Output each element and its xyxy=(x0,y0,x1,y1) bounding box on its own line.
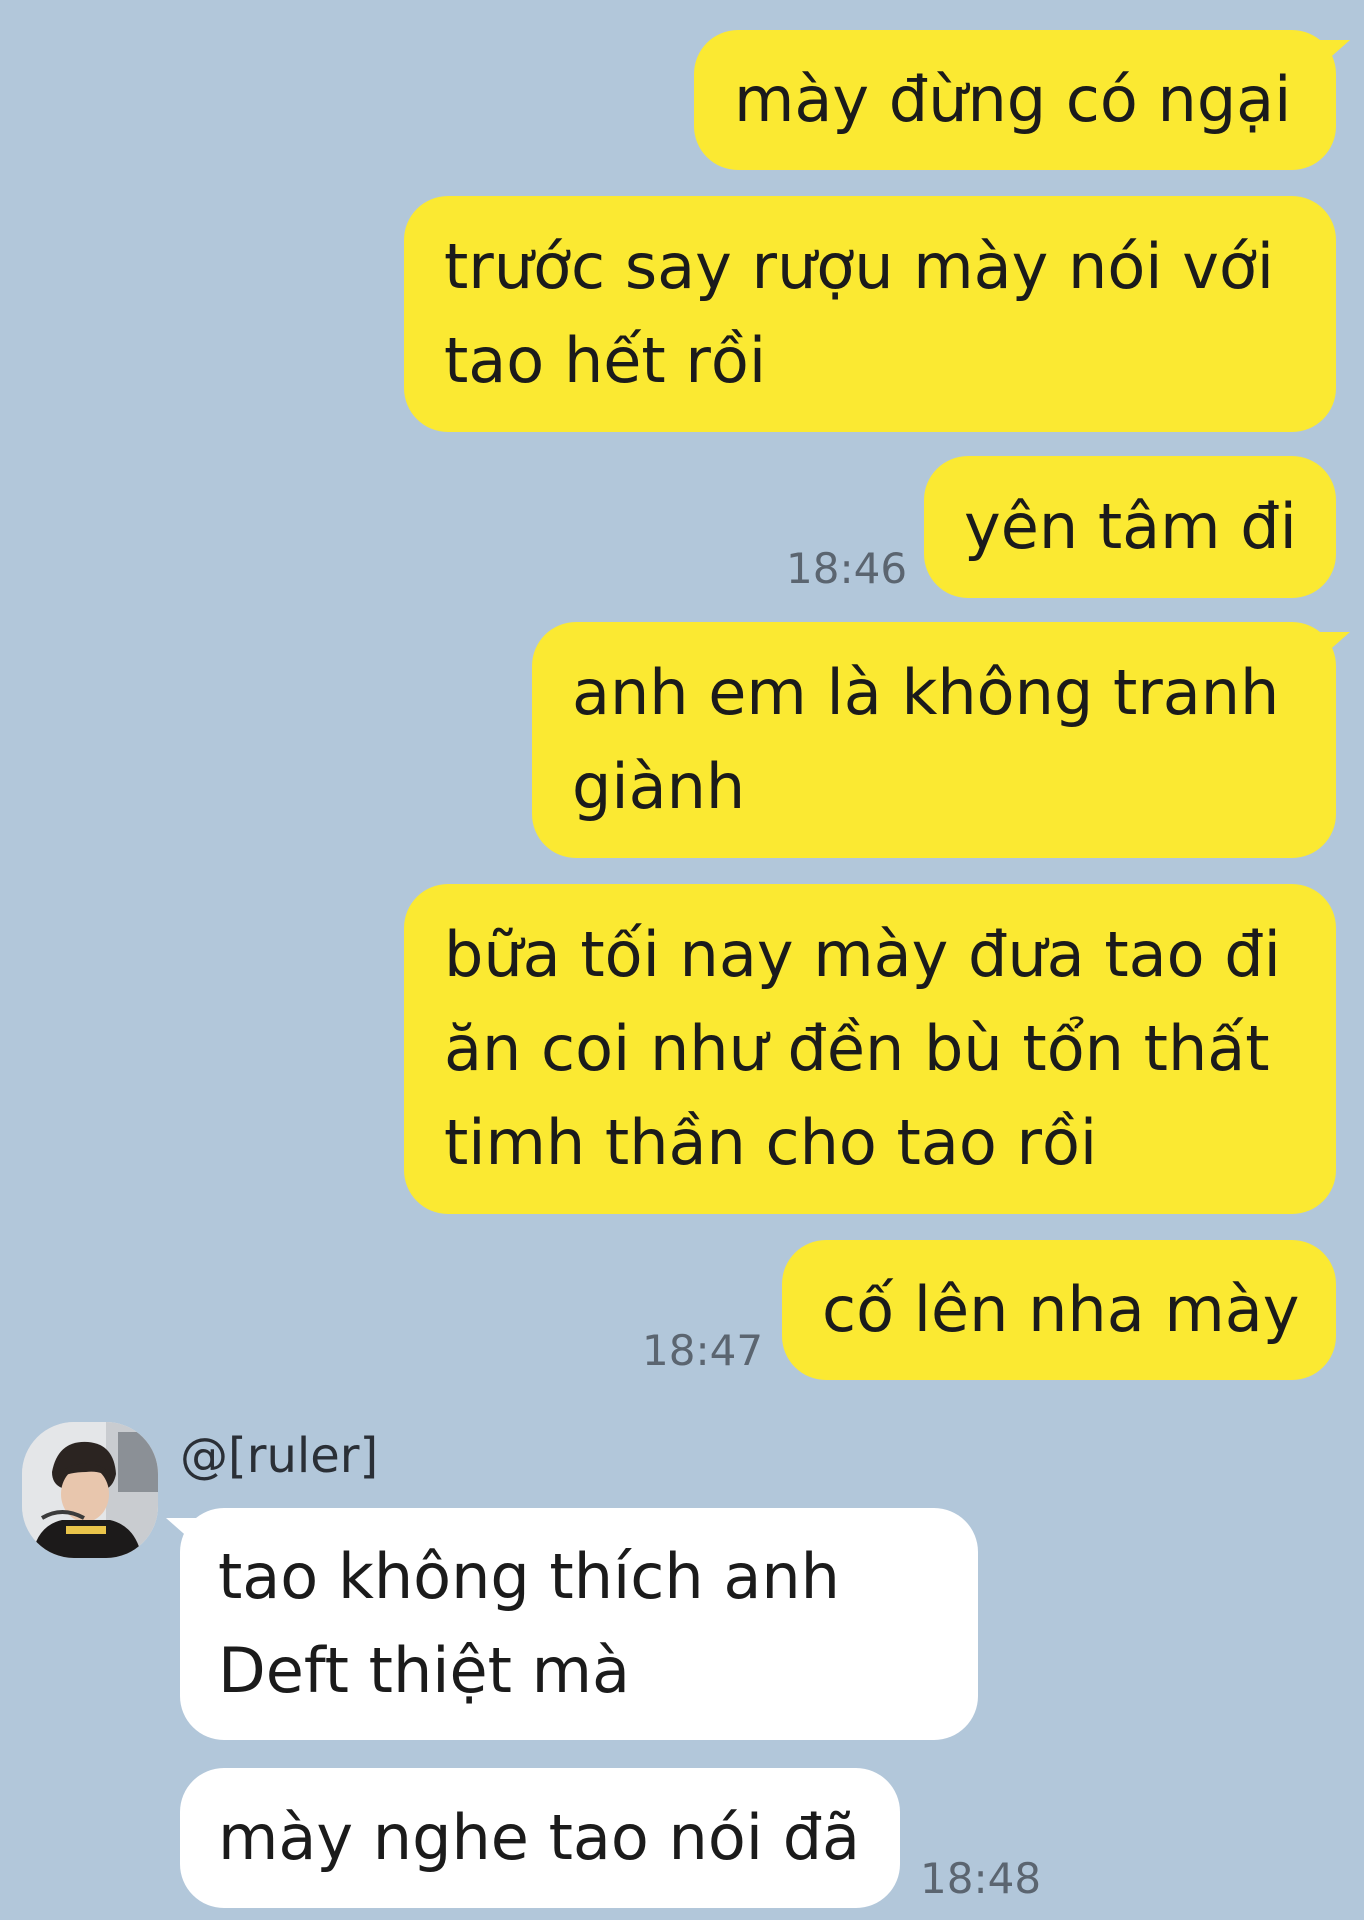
outgoing-message[interactable]: bữa tối nay mày đưa tao đi ăn coi như đề… xyxy=(404,884,1336,1214)
bubble-tail xyxy=(166,1518,200,1548)
message-text: trước say rượu mày nói với xyxy=(444,230,1275,303)
message-text: tao hết rồi xyxy=(444,324,767,397)
incoming-message[interactable]: tao không thích anh Deft thiệt mà xyxy=(166,1508,978,1740)
message-text: yên tâm đi xyxy=(964,490,1297,563)
outgoing-message[interactable]: trước say rượu mày nói với tao hết rồi xyxy=(404,196,1336,432)
timestamp: 18:46 xyxy=(786,544,908,593)
message-text: tao không thích anh xyxy=(218,1540,840,1613)
outgoing-message[interactable]: mày đừng có ngại xyxy=(694,30,1350,170)
message-text: Deft thiệt mà xyxy=(218,1634,631,1707)
bubble-tail xyxy=(1316,632,1350,662)
message-text: bữa tối nay mày đưa tao đi xyxy=(444,918,1281,991)
bubble-tail xyxy=(1316,40,1350,70)
timestamp: 18:48 xyxy=(920,1854,1042,1903)
message-text: ăn coi như đền bù tổn thất xyxy=(444,1012,1270,1085)
message-text: mày nghe tao nói đã xyxy=(218,1801,861,1874)
message-text: cố lên nha mày xyxy=(822,1273,1300,1346)
avatar[interactable] xyxy=(22,1422,158,1558)
message-text: timh thần cho tao rồi xyxy=(444,1106,1098,1179)
outgoing-message[interactable]: cố lên nha mày xyxy=(782,1240,1336,1380)
timestamp: 18:47 xyxy=(642,1326,764,1375)
message-text: anh em là không tranh xyxy=(572,656,1280,729)
outgoing-message[interactable]: yên tâm đi xyxy=(924,456,1336,598)
outgoing-message[interactable]: anh em là không tranh giành xyxy=(532,622,1350,858)
profile-photo-icon xyxy=(22,1422,158,1558)
sender-name[interactable]: @[ruler] xyxy=(180,1428,378,1484)
message-text: mày đừng có ngại xyxy=(734,63,1292,136)
message-text: giành xyxy=(572,750,746,823)
incoming-message[interactable]: mày nghe tao nói đã xyxy=(180,1768,900,1908)
